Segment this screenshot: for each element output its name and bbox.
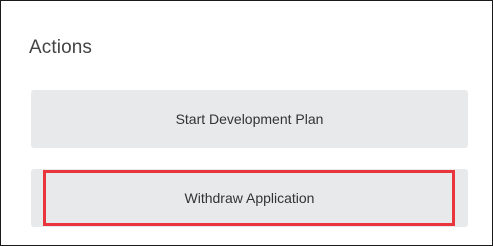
- start-development-plan-button[interactable]: Start Development Plan: [31, 90, 468, 148]
- withdraw-application-button[interactable]: Withdraw Application: [31, 169, 468, 227]
- panel-title: Actions: [29, 37, 93, 58]
- actions-panel: Actions Start Development Plan Withdraw …: [0, 0, 493, 246]
